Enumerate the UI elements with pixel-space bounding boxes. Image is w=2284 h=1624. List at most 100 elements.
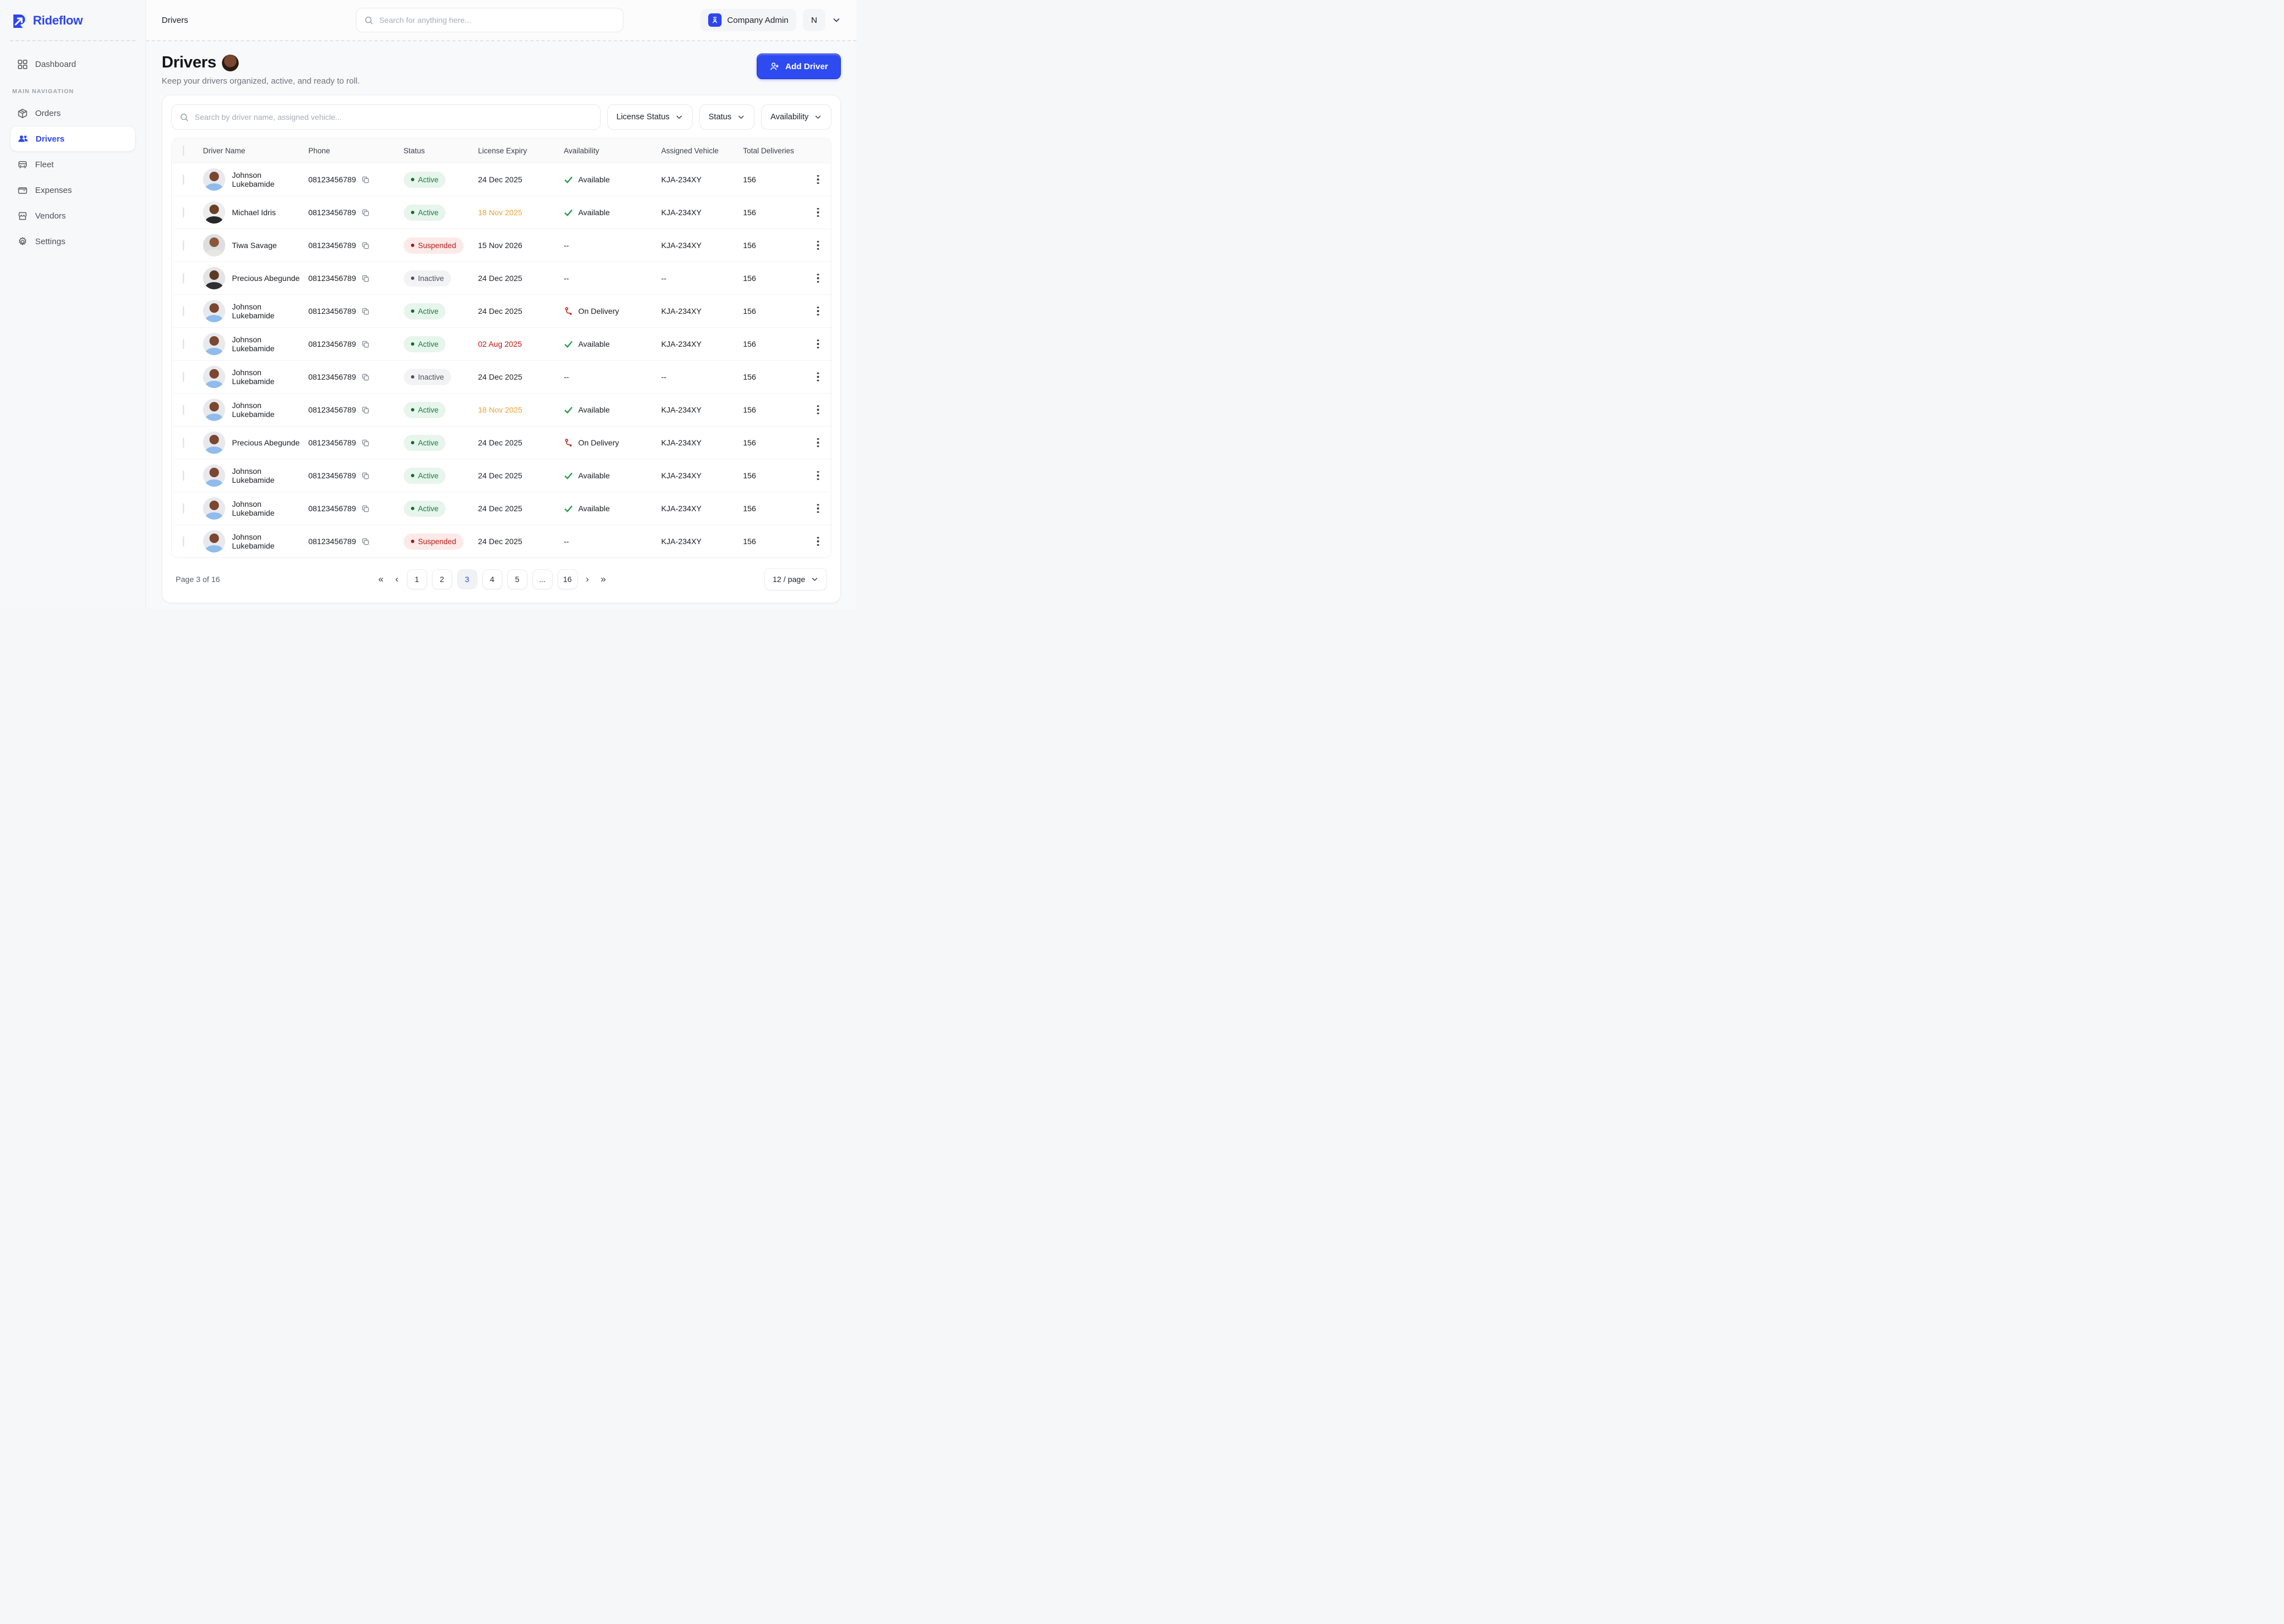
copy-icon[interactable] bbox=[361, 274, 370, 283]
page-button-...[interactable]: ... bbox=[533, 569, 553, 589]
driver-search-input[interactable] bbox=[195, 113, 592, 122]
copy-icon[interactable] bbox=[361, 307, 370, 316]
availability-label: Available bbox=[578, 340, 610, 348]
availability-label: Available bbox=[578, 405, 610, 414]
row-menu-button[interactable] bbox=[810, 239, 826, 253]
row-checkbox[interactable] bbox=[183, 273, 184, 283]
chevron-down-icon[interactable] bbox=[832, 16, 841, 25]
status-badge: Active bbox=[404, 501, 446, 517]
copy-icon[interactable] bbox=[361, 340, 370, 348]
row-menu-button[interactable] bbox=[810, 206, 826, 220]
copy-icon[interactable] bbox=[361, 439, 370, 447]
truck-icon bbox=[17, 159, 28, 170]
table-row: Michael Idris 08123456789 Active 18 Nov … bbox=[172, 196, 831, 229]
next-page-button[interactable]: › bbox=[583, 574, 593, 585]
sidebar-item-vendors[interactable]: Vendors bbox=[10, 203, 136, 229]
sidebar-item-settings[interactable]: Settings bbox=[10, 229, 136, 254]
license-expiry: 18 Nov 2025 bbox=[478, 208, 564, 217]
row-checkbox[interactable] bbox=[183, 471, 184, 481]
row-checkbox[interactable] bbox=[183, 405, 184, 415]
page-button-3[interactable]: 3 bbox=[457, 569, 477, 589]
copy-icon[interactable] bbox=[361, 176, 370, 184]
sidebar-item-expenses[interactable]: Expenses bbox=[10, 177, 136, 203]
row-checkbox[interactable] bbox=[183, 207, 184, 217]
assigned-vehicle: KJA-234XY bbox=[661, 175, 743, 184]
sidebar-item-dashboard[interactable]: Dashboard bbox=[10, 51, 136, 77]
copy-icon[interactable] bbox=[361, 505, 370, 513]
sidebar-item-label: Fleet bbox=[35, 160, 54, 169]
filter-availability[interactable]: Availability bbox=[761, 104, 831, 130]
global-search-input[interactable] bbox=[379, 16, 615, 25]
first-page-button[interactable]: « bbox=[375, 574, 386, 585]
role-badge[interactable]: Company Admin bbox=[700, 9, 796, 31]
total-deliveries: 156 bbox=[743, 405, 810, 414]
row-menu-button[interactable] bbox=[810, 370, 826, 384]
license-expiry: 24 Dec 2025 bbox=[478, 274, 564, 283]
page-size-select[interactable]: 12 / page bbox=[764, 568, 827, 590]
row-checkbox[interactable] bbox=[183, 306, 184, 316]
page-button-5[interactable]: 5 bbox=[507, 569, 528, 589]
availability-cell: On Delivery bbox=[564, 307, 661, 316]
row-menu-button[interactable] bbox=[810, 173, 826, 187]
availability-cell: On Delivery bbox=[564, 438, 661, 448]
select-all-checkbox[interactable] bbox=[183, 146, 184, 156]
copy-icon[interactable] bbox=[361, 373, 370, 381]
row-checkbox[interactable] bbox=[183, 339, 184, 349]
sidebar-item-fleet[interactable]: Fleet bbox=[10, 152, 136, 177]
row-menu-button[interactable] bbox=[810, 337, 826, 351]
availability-label: -- bbox=[564, 274, 569, 283]
page-button-1[interactable]: 1 bbox=[407, 569, 427, 589]
driver-search[interactable] bbox=[171, 104, 601, 130]
copy-icon[interactable] bbox=[361, 472, 370, 480]
status-dot bbox=[411, 342, 414, 346]
availability-label: Available bbox=[578, 175, 610, 184]
page-button-2[interactable]: 2 bbox=[432, 569, 452, 589]
copy-icon[interactable] bbox=[361, 537, 370, 546]
row-menu-button[interactable] bbox=[810, 469, 826, 483]
row-checkbox[interactable] bbox=[183, 503, 184, 513]
page-button-16[interactable]: 16 bbox=[558, 569, 578, 589]
row-menu-button[interactable] bbox=[810, 403, 826, 417]
add-driver-button[interactable]: Add Driver bbox=[757, 54, 841, 79]
row-menu-button[interactable] bbox=[810, 502, 826, 516]
row-checkbox[interactable] bbox=[183, 372, 184, 382]
sidebar-item-drivers[interactable]: Drivers bbox=[10, 126, 136, 152]
driver-avatar bbox=[203, 464, 225, 487]
row-checkbox[interactable] bbox=[183, 240, 184, 250]
filter-label: Availability bbox=[771, 113, 809, 122]
avatar[interactable]: N bbox=[803, 9, 825, 31]
table-row: Johnson Lukebamide 08123456789 Suspended… bbox=[172, 525, 831, 558]
copy-icon[interactable] bbox=[361, 241, 370, 250]
col-driver-name: Driver Name bbox=[203, 147, 308, 155]
driver-phone: 08123456789 bbox=[308, 372, 356, 381]
driver-phone: 08123456789 bbox=[308, 537, 356, 546]
row-checkbox[interactable] bbox=[183, 536, 184, 546]
filter-license-status[interactable]: License Status bbox=[607, 104, 693, 130]
status-dot bbox=[411, 277, 414, 280]
sidebar-item-label: Expenses bbox=[35, 186, 72, 195]
row-checkbox[interactable] bbox=[183, 438, 184, 448]
filter-status[interactable]: Status bbox=[699, 104, 754, 130]
driver-name: Precious Abegunde bbox=[232, 274, 299, 283]
copy-icon[interactable] bbox=[361, 209, 370, 217]
availability-cell: Available bbox=[564, 208, 661, 217]
copy-icon[interactable] bbox=[361, 406, 370, 414]
sidebar-item-orders[interactable]: Orders bbox=[10, 100, 136, 126]
row-menu-button[interactable] bbox=[810, 304, 826, 318]
page-size-label: 12 / page bbox=[773, 575, 805, 584]
status-badge: Active bbox=[404, 402, 446, 418]
assigned-vehicle: KJA-234XY bbox=[661, 340, 743, 348]
table-row: Johnson Lukebamide 08123456789 Active 18… bbox=[172, 393, 831, 426]
row-checkbox[interactable] bbox=[183, 174, 184, 185]
last-page-button[interactable]: » bbox=[597, 574, 609, 585]
prev-page-button[interactable]: ‹ bbox=[392, 574, 402, 585]
row-menu-button[interactable] bbox=[810, 436, 826, 450]
row-menu-button[interactable] bbox=[810, 535, 826, 549]
table-header: Driver Name Phone Status License Expiry … bbox=[172, 138, 831, 163]
global-search[interactable] bbox=[356, 8, 623, 32]
driver-avatar bbox=[203, 333, 225, 355]
row-menu-button[interactable] bbox=[810, 272, 826, 285]
col-phone: Phone bbox=[308, 147, 404, 155]
availability-label: On Delivery bbox=[578, 438, 619, 447]
page-button-4[interactable]: 4 bbox=[482, 569, 502, 589]
